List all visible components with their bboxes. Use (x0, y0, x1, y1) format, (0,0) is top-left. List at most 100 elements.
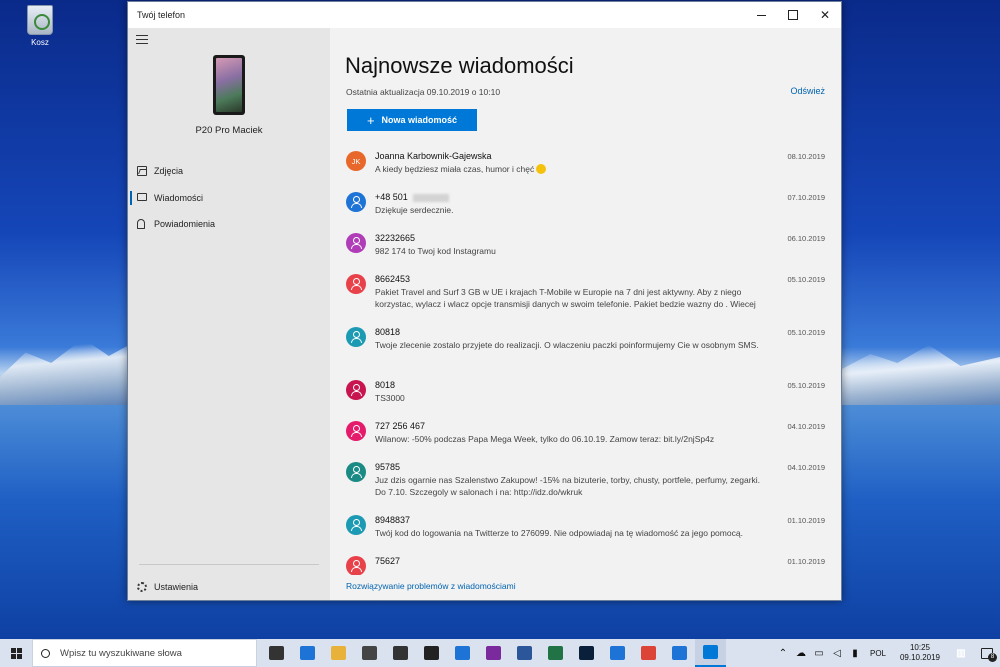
taskbar-app[interactable] (354, 639, 385, 667)
onedrive-icon[interactable]: ☁ (792, 648, 810, 659)
phone-image (213, 55, 245, 115)
message-sender-container: 32232665 (375, 233, 826, 245)
message-preview: Wilanow: -50% podczas Papa Mega Week, ty… (375, 434, 715, 444)
title-bar[interactable]: Twój telefon ✕ (128, 2, 841, 28)
language-indicator[interactable]: POL (864, 649, 892, 658)
message-row[interactable]: JK Joanna Karbownik-Gajewska 08.10.2019 A k… (330, 145, 841, 186)
excel-icon (548, 646, 563, 660)
sidebar-item-label: Zdjęcia (154, 166, 184, 177)
close-button[interactable]: ✕ (809, 2, 841, 28)
message-sender: 727 256 467 (375, 421, 426, 431)
sidebar-item-notifications[interactable]: Powiadomienia (128, 211, 330, 238)
message-row[interactable]: 727 256 467 04.10.2019 Wilanow: -50% podcz… (330, 415, 841, 456)
person-icon (346, 327, 366, 347)
clock[interactable]: 10:25 09.10.2019 (892, 643, 948, 663)
taskbar-app[interactable] (602, 639, 633, 667)
taskbar-search-box[interactable]: Wpisz tu wyszukiwane słowa (32, 639, 257, 667)
person-icon (346, 380, 366, 400)
message-preview-container: Pakiet Travel and Surf 3 GB w UE i kraja… (375, 286, 826, 310)
hamburger-menu-icon[interactable] (136, 35, 148, 47)
message-sender: Joanna Karbownik-Gajewska (375, 151, 492, 161)
message-date: 01.10.2019 (787, 516, 825, 525)
person-icon (346, 515, 366, 535)
maximize-button[interactable] (777, 2, 809, 28)
wallpaper-mountains-left (0, 338, 128, 405)
refresh-link[interactable]: Odśwież (790, 86, 825, 96)
message-preview-container: Dziękuje serdecznie. (375, 204, 826, 216)
network-icon[interactable]: ▭ (810, 648, 828, 659)
taskbar-app[interactable] (540, 639, 571, 667)
message-row[interactable]: 8948837 01.10.2019 Twój kod do logowania n… (330, 509, 841, 550)
message-sender: 32232665 (375, 233, 416, 243)
search-icon (41, 648, 50, 658)
message-sender: 8018 (375, 380, 396, 390)
taskbar-app[interactable] (385, 639, 416, 667)
sidebar-item-photos[interactable]: Zdjęcia (128, 158, 330, 185)
taskbar-app[interactable] (478, 639, 509, 667)
taskbar-app[interactable] (633, 639, 664, 667)
person-icon (346, 556, 366, 575)
message-sender: 8662453 (375, 274, 411, 284)
message-date: 08.10.2019 (787, 152, 825, 161)
taskbar-app[interactable] (261, 639, 292, 667)
message-row[interactable]: 8018 05.10.2019 TS3000 (330, 374, 841, 415)
action-center-button[interactable]: 8 (974, 639, 1000, 667)
message-list[interactable]: JK Joanna Karbownik-Gajewska 08.10.2019 A k… (330, 145, 841, 575)
start-button[interactable] (0, 639, 32, 667)
message-row[interactable]: +48 501 07.10.2019 Dziękuje serdecznie. (330, 186, 841, 227)
taskbar-app[interactable] (695, 639, 726, 667)
taskbar-app[interactable] (447, 639, 478, 667)
message-row[interactable]: 75627 01.10.2019 (330, 550, 841, 575)
taskbar-app[interactable] (323, 639, 354, 667)
message-sender-container: 8662453 (375, 274, 826, 286)
photos-icon (137, 166, 147, 176)
taskbar-app[interactable] (571, 639, 602, 667)
new-message-label: Nowa wiadomość (381, 115, 458, 125)
message-row[interactable]: 32232665 06.10.2019 982 174 to Twoj kod In… (330, 227, 841, 268)
settings-button[interactable]: Ustawienia (128, 577, 330, 597)
sidebar-nav: Zdjęcia Wiadomości Powiadomienia (128, 158, 330, 238)
taskbar: Wpisz tu wyszukiwane słowa ⌃ ☁ ▭ ◁ ▮ POL… (0, 639, 1000, 667)
device-name: P20 Pro Maciek (195, 125, 263, 136)
message-preview-container: Juz dzis ogarnie nas Szalenstwo Zakupow!… (375, 474, 826, 498)
message-date: 07.10.2019 (787, 193, 825, 202)
plus-icon: + (366, 112, 375, 128)
recycle-bin-shortcut[interactable]: Kosz (20, 5, 60, 47)
chevron-up-icon[interactable]: ⌃ (774, 648, 792, 659)
taskbar-app[interactable] (416, 639, 447, 667)
message-preview-container: Twoje zlecenie zostalo przyjete do reali… (375, 339, 826, 351)
notification-count: 8 (988, 652, 997, 662)
task-view-icon (269, 646, 284, 660)
troubleshoot-link[interactable]: Rozwiązywanie problemów z wiadomościami (346, 581, 516, 591)
message-preview-container: A kiedy będziesz miała czas, humor i chę… (375, 163, 826, 175)
volume-icon[interactable]: ◁ (828, 648, 846, 659)
desktop-app-icon[interactable]: ▥ (948, 648, 974, 659)
sidebar-item-label: Powiadomienia (154, 219, 216, 230)
message-sender-container: 8948837 (375, 515, 826, 527)
sidebar-item-messages[interactable]: Wiadomości (128, 185, 330, 212)
last-update-text: Ostatnia aktualizacja 09.10.2019 o 10:10 (346, 87, 501, 97)
windows-logo-icon (10, 647, 22, 659)
message-sender-container: 8018 (375, 380, 826, 392)
message-sender: 80818 (375, 327, 401, 337)
message-preview: Dziękuje serdecznie. (375, 205, 454, 215)
message-row[interactable]: 8662453 05.10.2019 Pakiet Travel and Surf … (330, 268, 841, 321)
message-row[interactable]: 80818 05.10.2019 Twoje zlecenie zostalo pr… (330, 321, 841, 374)
message-date: 04.10.2019 (787, 463, 825, 472)
taskbar-app[interactable] (509, 639, 540, 667)
message-sender: +48 501 (375, 192, 408, 202)
file-explorer-icon (331, 646, 346, 660)
person-icon (346, 462, 366, 482)
new-message-button[interactable]: + Nowa wiadomość (347, 109, 477, 131)
recycle-bin-label: Kosz (31, 38, 49, 47)
message-preview: Pakiet Travel and Surf 3 GB w UE i kraja… (375, 287, 756, 309)
recycle-bin-icon (27, 5, 53, 35)
message-row[interactable]: 95785 04.10.2019 Juz dzis ogarnie nas Szal… (330, 456, 841, 509)
taskbar-app[interactable] (292, 639, 323, 667)
minimize-button[interactable] (745, 2, 777, 28)
contact-avatar: JK (346, 151, 366, 171)
taskbar-app[interactable] (664, 639, 695, 667)
battery-icon[interactable]: ▮ (846, 648, 864, 659)
message-date: 05.10.2019 (787, 275, 825, 284)
clock-date: 09.10.2019 (899, 653, 941, 662)
